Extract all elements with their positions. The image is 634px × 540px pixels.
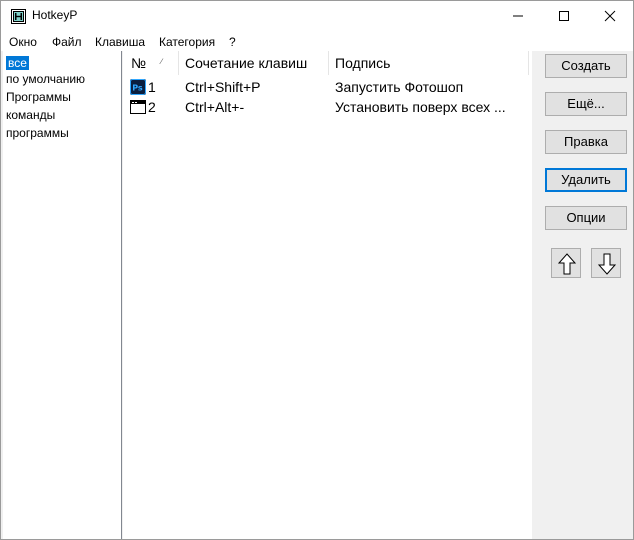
- title-bar[interactable]: HotkeyP: [1, 1, 633, 31]
- row-number: 1: [148, 79, 156, 95]
- close-icon: [604, 10, 616, 22]
- row-caption: Запустить Фотошоп: [335, 79, 464, 95]
- move-down-button[interactable]: [591, 248, 621, 278]
- category-item-commands[interactable]: команды: [6, 108, 55, 122]
- delete-button[interactable]: Удалить: [545, 168, 627, 192]
- arrow-down-icon: [598, 253, 616, 275]
- column-divider[interactable]: [528, 51, 529, 75]
- options-button[interactable]: Опции: [545, 206, 627, 230]
- app-window: HotkeyP Окно Файл Клавиша Категория ? вс…: [0, 0, 634, 540]
- row-hotkey: Ctrl+Alt+-: [185, 99, 245, 115]
- move-up-button[interactable]: [551, 248, 581, 278]
- sort-ascending-icon: ∕: [161, 57, 163, 66]
- column-header-caption[interactable]: Подпись: [329, 51, 529, 75]
- maximize-button[interactable]: [541, 1, 587, 31]
- edit-button[interactable]: Правка: [545, 130, 627, 154]
- arrow-up-icon: [558, 253, 576, 275]
- column-header-number[interactable]: №: [125, 51, 179, 75]
- row-number: 2: [148, 99, 156, 115]
- menu-hotkey[interactable]: Клавиша: [95, 35, 145, 49]
- row-caption: Установить поверх всех ...: [335, 99, 506, 115]
- table-header: № ∕ Сочетание клавиш Подпись: [123, 51, 532, 75]
- category-item-programs[interactable]: Программы: [6, 90, 71, 104]
- maximize-icon: [559, 11, 569, 21]
- more-button[interactable]: Ещё...: [545, 92, 627, 116]
- photoshop-icon: Ps: [130, 79, 146, 95]
- table-row[interactable]: Ps 1 Ctrl+Shift+P Запустить Фотошоп: [123, 77, 532, 97]
- menu-category[interactable]: Категория: [159, 35, 215, 49]
- column-header-hotkey[interactable]: Сочетание клавиш: [179, 51, 329, 75]
- category-item-default[interactable]: по умолчанию: [6, 72, 85, 86]
- hotkey-table[interactable]: № ∕ Сочетание клавиш Подпись Ps 1 Ctrl+S…: [123, 51, 532, 539]
- minimize-button[interactable]: [495, 1, 541, 31]
- window-icon: [130, 100, 146, 114]
- table-row[interactable]: 2 Ctrl+Alt+- Установить поверх всех ...: [123, 97, 532, 117]
- row-hotkey: Ctrl+Shift+P: [185, 79, 261, 95]
- menu-help[interactable]: ?: [229, 35, 236, 49]
- close-button[interactable]: [587, 1, 633, 31]
- menu-window[interactable]: Окно: [9, 35, 37, 49]
- svg-text:Ps: Ps: [132, 84, 143, 93]
- category-item-all[interactable]: все: [6, 56, 29, 70]
- app-icon: [11, 9, 26, 24]
- window-title: HotkeyP: [32, 8, 78, 22]
- minimize-icon: [513, 15, 523, 17]
- menu-file[interactable]: Файл: [52, 35, 82, 49]
- category-item-programs-lower[interactable]: программы: [6, 126, 69, 140]
- menu-bar: Окно Файл Клавиша Категория ?: [1, 31, 633, 51]
- create-button[interactable]: Создать: [545, 54, 627, 78]
- category-list[interactable]: все по умолчанию Программы команды прогр…: [3, 51, 122, 539]
